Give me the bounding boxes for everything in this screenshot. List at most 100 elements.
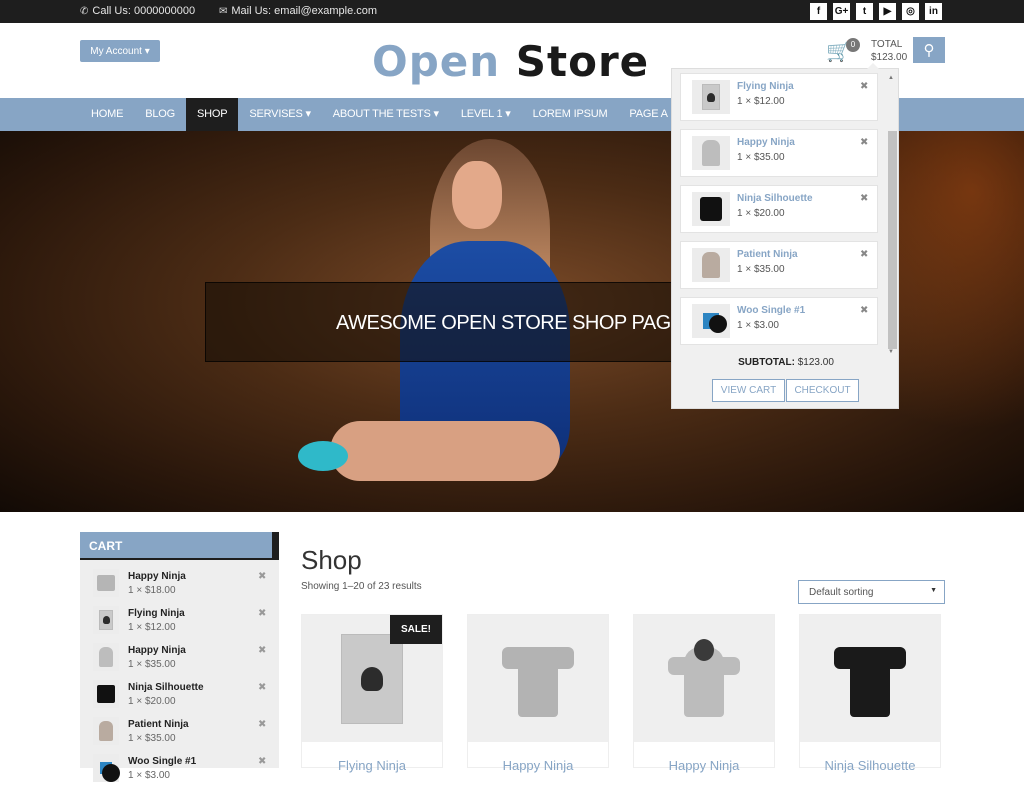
product-image[interactable] xyxy=(800,615,940,742)
my-account-button[interactable]: My Account ▾ xyxy=(80,40,160,62)
product-card[interactable]: Happy Ninja xyxy=(633,614,775,773)
product-image[interactable] xyxy=(468,615,608,742)
product-card[interactable]: Ninja Silhouette xyxy=(799,614,941,773)
cart-widget: CART Happy Ninja 1 × $18.00 ✖ Flying Nin… xyxy=(80,532,279,782)
product-image[interactable] xyxy=(634,615,774,742)
youtube-icon[interactable]: ▶ xyxy=(879,3,896,20)
nav-item-home[interactable]: HOME xyxy=(80,98,134,131)
item-name[interactable]: Ninja Silhouette xyxy=(128,682,204,693)
item-name[interactable]: Happy Ninja xyxy=(128,645,186,656)
product-name[interactable]: Happy Ninja xyxy=(468,758,608,773)
checkout-button[interactable]: CHECKOUT xyxy=(786,379,859,402)
hoodie-image xyxy=(668,638,740,719)
remove-icon[interactable]: ✖ xyxy=(860,305,868,316)
mini-cart-item: Flying Ninja 1 × $12.00 ✖ xyxy=(680,73,878,121)
product-card[interactable]: SALE! Flying Ninja xyxy=(301,614,443,773)
mini-cart-item: Happy Ninja 1 × $35.00 ✖ xyxy=(680,129,878,177)
sort-select[interactable]: Default sorting ▼ xyxy=(798,580,945,604)
mini-cart-dropdown: Flying Ninja 1 × $12.00 ✖ Happy Ninja 1 … xyxy=(671,63,900,409)
tshirt-image xyxy=(502,639,574,719)
mini-cart-subtotal: SUBTOTAL: $123.00 xyxy=(672,357,900,368)
item-qty: 1 × $3.00 xyxy=(128,770,170,781)
item-name[interactable]: Patient Ninja xyxy=(128,719,189,730)
mini-cart-item: Ninja Silhouette 1 × $20.00 ✖ xyxy=(680,185,878,233)
subtotal-label: SUBTOTAL: xyxy=(738,357,795,368)
remove-icon[interactable]: ✖ xyxy=(860,193,868,204)
nav-item-lorem-ipsum[interactable]: LOREM IPSUM xyxy=(522,98,619,131)
item-name[interactable]: Woo Single #1 xyxy=(737,305,805,316)
product-thumb-tee-black[interactable] xyxy=(93,680,119,708)
nav-item-about-the-tests[interactable]: ABOUT THE TESTS ▾ xyxy=(322,98,450,131)
remove-icon[interactable]: ✖ xyxy=(860,81,868,92)
item-name[interactable]: Woo Single #1 xyxy=(128,756,196,767)
nav-item-page-a[interactable]: PAGE A xyxy=(618,98,678,131)
cart-widget-item: Happy Ninja 1 × $35.00 ✖ xyxy=(80,641,279,678)
product-thumb-hoodie-tan[interactable] xyxy=(692,248,730,282)
instagram-icon[interactable]: ◎ xyxy=(902,3,919,20)
nav-item-shop[interactable]: SHOP xyxy=(185,98,239,131)
phone-icon: ✆ xyxy=(80,5,89,17)
remove-icon[interactable]: ✖ xyxy=(258,645,266,656)
mini-cart-scrollbar[interactable]: ▲ ▼ xyxy=(886,75,897,355)
remove-icon[interactable]: ✖ xyxy=(258,571,266,582)
item-name[interactable]: Happy Ninja xyxy=(128,571,186,582)
total-label: TOTAL xyxy=(871,39,903,50)
product-name[interactable]: Happy Ninja xyxy=(634,758,774,773)
envelope-icon: ✉ xyxy=(219,5,228,17)
product-card[interactable]: Happy Ninja xyxy=(467,614,609,773)
product-thumb-poster[interactable] xyxy=(692,80,730,114)
cart-widget-item: Happy Ninja 1 × $18.00 ✖ xyxy=(80,567,279,604)
item-qty: 1 × $35.00 xyxy=(737,152,785,163)
google-plus-icon[interactable]: G+ xyxy=(833,3,850,20)
item-qty: 1 × $35.00 xyxy=(128,733,176,744)
product-thumb-poster[interactable] xyxy=(93,606,119,634)
twitter-icon[interactable]: t xyxy=(856,3,873,20)
product-thumb-hoodie[interactable] xyxy=(692,136,730,170)
search-button[interactable]: ⚲ xyxy=(913,37,945,63)
scroll-up-icon[interactable]: ▲ xyxy=(888,75,894,81)
hero-caption-box: AWESOME OPEN STORE SHOP PAGE xyxy=(205,282,685,362)
cart-widget-item: Flying Ninja 1 × $12.00 ✖ xyxy=(80,604,279,641)
cart-widget-title: CART xyxy=(80,532,279,560)
product-thumb-hoodie[interactable] xyxy=(93,643,119,671)
item-name[interactable]: Patient Ninja xyxy=(737,249,798,260)
scroll-down-icon[interactable]: ▼ xyxy=(888,349,894,355)
item-qty: 1 × $20.00 xyxy=(737,208,785,219)
poster-image xyxy=(341,633,403,724)
remove-icon[interactable]: ✖ xyxy=(258,719,266,730)
nav-item-level-1[interactable]: LEVEL 1 ▾ xyxy=(450,98,522,131)
product-thumb-tee-black[interactable] xyxy=(692,192,730,226)
site-logo[interactable]: Open Store xyxy=(372,37,649,86)
remove-icon[interactable]: ✖ xyxy=(258,756,266,767)
logo-part-2: Store xyxy=(515,37,650,86)
item-name[interactable]: Flying Ninja xyxy=(128,608,185,619)
item-qty: 1 × $35.00 xyxy=(737,264,785,275)
remove-icon[interactable]: ✖ xyxy=(860,137,868,148)
product-thumb-tee-gray[interactable] xyxy=(93,569,119,597)
scrollbar-thumb[interactable] xyxy=(888,131,897,349)
item-name[interactable]: Happy Ninja xyxy=(737,137,795,148)
item-name[interactable]: Flying Ninja xyxy=(737,81,794,92)
hero-figure-face xyxy=(452,161,502,229)
remove-icon[interactable]: ✖ xyxy=(258,608,266,619)
product-name[interactable]: Flying Ninja xyxy=(302,758,442,773)
remove-icon[interactable]: ✖ xyxy=(258,682,266,693)
product-name[interactable]: Ninja Silhouette xyxy=(800,758,940,773)
product-thumb-record[interactable] xyxy=(93,754,120,782)
linkedin-icon[interactable]: in xyxy=(925,3,942,20)
ninja-graphic xyxy=(361,666,383,691)
cart-count-badge: 0 xyxy=(846,38,860,52)
subtotal-value: $123.00 xyxy=(797,357,834,368)
result-count: Showing 1–20 of 23 results xyxy=(301,581,422,592)
sort-selected-value: Default sorting xyxy=(809,587,874,598)
view-cart-button[interactable]: VIEW CART xyxy=(712,379,785,402)
nav-item-blog[interactable]: BLOG xyxy=(134,98,186,131)
item-name[interactable]: Ninja Silhouette xyxy=(737,193,813,204)
cart-total[interactable]: TOTAL $123.00 xyxy=(871,38,907,64)
remove-icon[interactable]: ✖ xyxy=(860,249,868,260)
nav-item-servises[interactable]: SERVISES ▾ xyxy=(238,98,321,131)
facebook-icon[interactable]: f xyxy=(810,3,827,20)
dropdown-caret xyxy=(867,63,879,69)
product-thumb-hoodie-tan[interactable] xyxy=(93,717,119,745)
product-thumb-record[interactable] xyxy=(692,304,730,338)
